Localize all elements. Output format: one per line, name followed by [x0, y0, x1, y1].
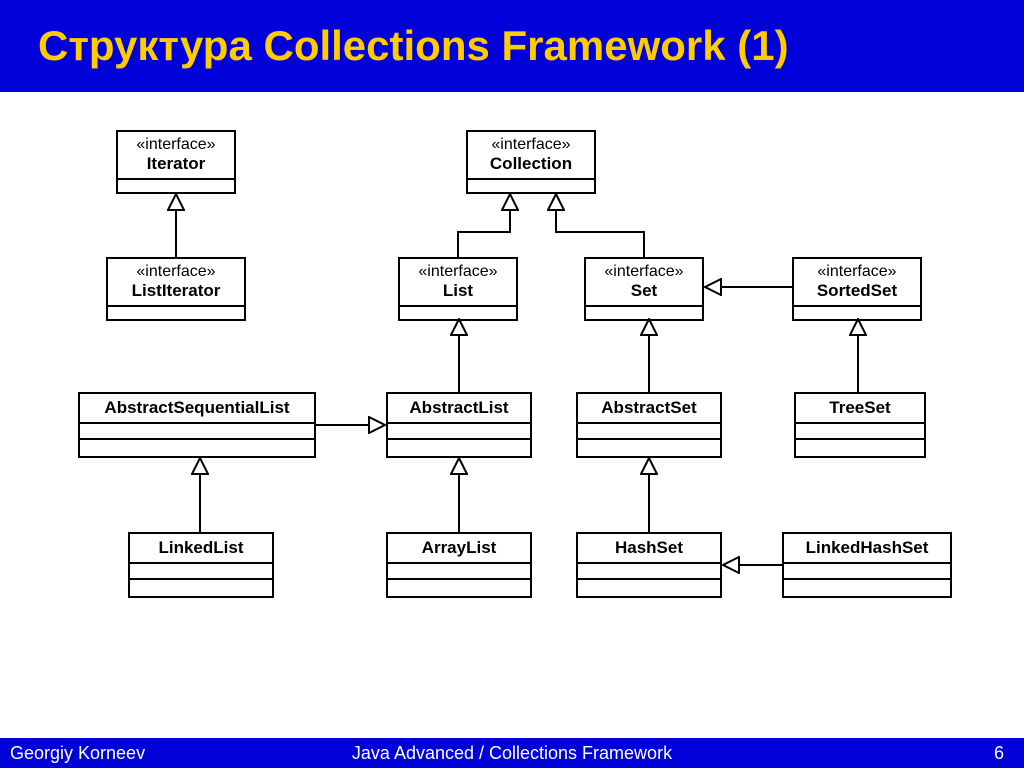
uml-linkedlist: LinkedList: [128, 532, 274, 598]
slide-title: Структура Collections Framework (1): [38, 22, 789, 70]
footer-page: 6: [994, 743, 1004, 764]
uml-set: «interface»Set: [584, 257, 704, 321]
uml-collection: «interface»Collection: [466, 130, 596, 194]
uml-treeset: TreeSet: [794, 392, 926, 458]
uml-abstractset: AbstractSet: [576, 392, 722, 458]
uml-absseqlist: AbstractSequentialList: [78, 392, 316, 458]
uml-abstractlist: AbstractList: [386, 392, 532, 458]
slide-footer: Georgiy Korneev Java Advanced / Collecti…: [0, 738, 1024, 768]
uml-iterator: «interface»Iterator: [116, 130, 236, 194]
footer-author: Georgiy Korneev: [10, 743, 145, 764]
uml-hashset: HashSet: [576, 532, 722, 598]
uml-list: «interface»List: [398, 257, 518, 321]
uml-sortedset: «interface»SortedSet: [792, 257, 922, 321]
footer-course: Java Advanced / Collections Framework: [0, 743, 1024, 764]
diagram-canvas: «interface»Iterator «interface»Collectio…: [0, 92, 1024, 738]
slide-header: Структура Collections Framework (1): [0, 0, 1024, 92]
uml-listiterator: «interface»ListIterator: [106, 257, 246, 321]
uml-arraylist: ArrayList: [386, 532, 532, 598]
uml-linkedhashset: LinkedHashSet: [782, 532, 952, 598]
